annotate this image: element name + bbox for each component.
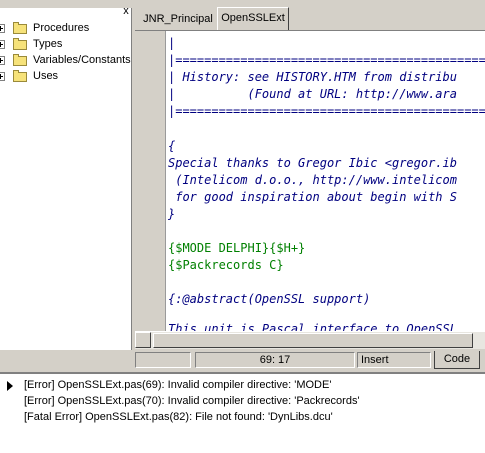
expand-icon[interactable] (0, 72, 5, 81)
tab-jnr-principal[interactable]: JNR_Principal (139, 9, 217, 29)
folder-icon (13, 54, 27, 66)
folder-icon (13, 38, 27, 50)
code-line: | (168, 36, 176, 50)
scroll-left-button[interactable] (135, 332, 151, 348)
editor-gutter (135, 31, 166, 331)
current-message-arrow-icon (7, 381, 13, 391)
tree-item-label: Types (33, 38, 63, 50)
code-line: {$MODE DELPHI}{$H+} (168, 241, 306, 255)
code-line: (Intelicom d.o.o., http://www.intelicom (168, 173, 457, 187)
folder-icon (13, 22, 27, 34)
code-line: {$Packrecords C} (168, 258, 284, 272)
expand-icon[interactable] (0, 56, 5, 65)
code-line: |=======================================… (168, 53, 485, 67)
tree-item-label: Procedures (33, 22, 90, 34)
folder-icon (13, 70, 27, 82)
tree-item-label: Uses (33, 70, 59, 82)
code-line: for good inspiration about begin with S (168, 190, 457, 204)
messages-panel: [Error] OpenSSLExt.pas(69): Invalid comp… (0, 372, 485, 453)
scroll-thumb[interactable] (153, 333, 473, 348)
code-line: | History: see HISTORY.HTM from distribu (168, 70, 457, 84)
code-line: This unit is Pascal interface to OpenSSL (168, 322, 457, 331)
code-explorer-tree: Procedures Types Variables/Constants Use… (0, 8, 132, 350)
horizontal-scrollbar[interactable] (135, 331, 485, 349)
code-line: } (168, 207, 176, 221)
status-panel-modified (135, 352, 191, 368)
expand-icon[interactable] (0, 24, 5, 33)
cursor-position: 69: 17 (195, 352, 355, 368)
code-line: |=======================================… (168, 104, 485, 118)
code-editor[interactable]: | |=====================================… (135, 30, 485, 331)
expand-icon[interactable] (0, 40, 5, 49)
code-line: { (168, 139, 176, 153)
insert-mode: Insert (357, 352, 431, 368)
message-item[interactable]: [Error] OpenSSLExt.pas(70): Invalid comp… (24, 395, 360, 407)
tree-item-label: Variables/Constants (33, 54, 131, 66)
tab-code[interactable]: Code (434, 351, 480, 369)
message-item[interactable]: [Fatal Error] OpenSSLExt.pas(82): File n… (24, 411, 333, 423)
code-line: {:@abstract(OpenSSL support) (168, 292, 371, 306)
close-icon[interactable]: x (121, 6, 131, 17)
message-item[interactable]: [Error] OpenSSLExt.pas(69): Invalid comp… (24, 379, 331, 391)
code-line: | (Found at URL: http://www.ara (168, 87, 457, 101)
code-area[interactable]: | |=====================================… (168, 31, 485, 331)
status-bar: 69: 17 Insert Code (135, 350, 485, 370)
tab-opensslext[interactable]: OpenSSLExt (217, 7, 289, 30)
code-line: Special thanks to Gregor Ibic <gregor.ib (168, 156, 457, 170)
